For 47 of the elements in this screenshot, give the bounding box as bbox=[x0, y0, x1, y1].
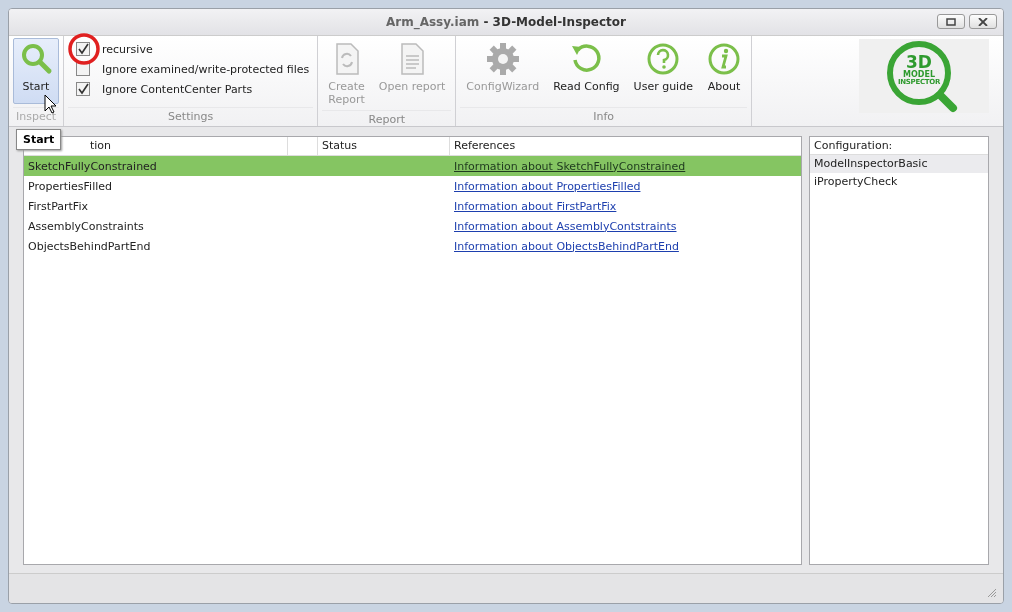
check-icon bbox=[77, 83, 89, 95]
table-cell-text: FirstPartFix bbox=[27, 199, 89, 213]
highlight-circle bbox=[68, 33, 100, 65]
table-row[interactable]: AssemblyConstraints Information about AssemblyContstraints bbox=[24, 216, 801, 236]
maximize-button[interactable] bbox=[937, 14, 965, 29]
ribbon-button[interactable]: Read Config bbox=[547, 38, 626, 104]
close-button[interactable] bbox=[969, 14, 997, 29]
table-row[interactable]: FirstPartFix Information about FirstPartFix bbox=[24, 196, 801, 216]
reference-link[interactable]: Information about SketchFullyConstrained bbox=[454, 159, 686, 173]
info-icon bbox=[706, 42, 741, 76]
checkbox[interactable]: recursive bbox=[76, 42, 310, 56]
reference-link[interactable]: Information about PropertiesFilled bbox=[454, 179, 641, 193]
reference-link[interactable]: Information about FirstPartFix bbox=[454, 199, 617, 213]
help-icon bbox=[646, 42, 681, 76]
reference-link[interactable]: Information about AssemblyContstraints bbox=[454, 219, 677, 233]
window-title: Arm_Assy.iam - 3D-Model-Inspector bbox=[386, 15, 626, 29]
table-cell-text: PropertiesFilled bbox=[27, 179, 114, 193]
group-label: Info bbox=[460, 107, 747, 126]
table-cell-text: SketchFullyConstrained bbox=[27, 159, 158, 173]
ribbon-button[interactable]: User guide bbox=[627, 38, 699, 104]
logo-text: MODEL bbox=[903, 71, 935, 79]
table-cell-text: ObjectsBehindPartEnd bbox=[27, 239, 152, 253]
group-label: Settings bbox=[68, 107, 314, 126]
checkbox[interactable]: Ignore ContentCenter Parts bbox=[76, 82, 310, 96]
group-label: Report bbox=[322, 110, 452, 129]
table-row[interactable]: SketchFullyConstrained Information about SketchFullyConstrained bbox=[24, 156, 801, 176]
search-icon bbox=[19, 42, 53, 76]
table-row[interactable]: ObjectsBehindPartEnd Information about ObjectsBehindPartEnd bbox=[24, 236, 801, 256]
checkbox[interactable]: Ignore examined/write-protected files bbox=[76, 62, 310, 76]
logo-text: 3D bbox=[906, 54, 932, 71]
cursor-icon bbox=[44, 94, 58, 114]
column-header[interactable]: References bbox=[450, 137, 801, 155]
tooltip: Start bbox=[16, 129, 62, 150]
maximize-icon bbox=[946, 17, 956, 26]
column-header[interactable]: Status bbox=[318, 137, 450, 155]
reference-link[interactable]: Information about ObjectsBehindPartEnd bbox=[454, 239, 679, 253]
list-item[interactable]: ModelInspectorBasic bbox=[810, 155, 988, 173]
close-icon bbox=[978, 17, 988, 26]
check-icon bbox=[77, 43, 89, 55]
table-cell-text: AssemblyConstraints bbox=[27, 219, 145, 233]
checkbox-box[interactable] bbox=[76, 82, 90, 96]
resize-grip-icon[interactable] bbox=[987, 588, 997, 598]
table-row[interactable]: PropertiesFilled Information about PropertiesFilled bbox=[24, 176, 801, 196]
checkbox-box[interactable] bbox=[76, 42, 90, 56]
gear-icon bbox=[485, 42, 520, 76]
list-item[interactable]: iPropertyCheck bbox=[810, 173, 988, 191]
ribbon-button[interactable]: About bbox=[700, 38, 747, 104]
